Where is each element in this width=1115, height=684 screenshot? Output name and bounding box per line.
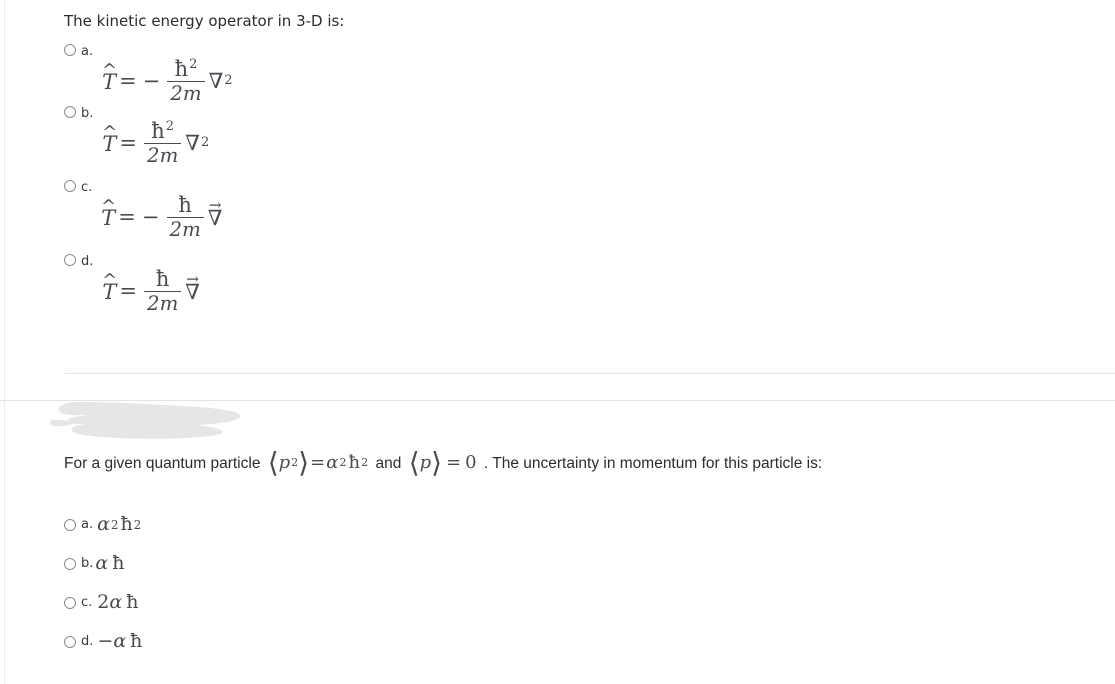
redaction-blob-path-2 — [49, 420, 73, 427]
hat-accent-icon: ^ — [102, 121, 118, 143]
option-formula-q2-d: − αħ — [97, 632, 142, 651]
option-letter-q1-a: a. — [81, 43, 94, 59]
fraction-numerator: ħ — [178, 192, 192, 217]
nabla-vector-symbol: → ∇ — [185, 269, 200, 305]
expectation-p-expression: ⟨ p ⟩ = 0 — [408, 446, 477, 480]
option-row-q1-c[interactable]: c. ^ T = − ħ 2m → ∇ — [64, 179, 1064, 254]
option-row-q2-d[interactable]: d. − αħ — [64, 622, 1084, 661]
option-row-q1-d[interactable]: d. ^ T = ħ 2m → ∇ — [64, 253, 1064, 324]
fraction: ħ2 2m — [144, 118, 182, 167]
question-separator-lower — [0, 400, 1115, 401]
question-separator-upper — [65, 373, 1115, 374]
question-1-options: a. ^ T = − ħ2 2m ∇ 2 b. ^ T = ħ2 2m ∇ 2 … — [64, 43, 1064, 324]
question-2-stem-part3: . The uncertainty in momentum for this p… — [483, 454, 823, 472]
minus-sign: − — [142, 68, 161, 93]
coefficient-prefix: 2 — [97, 591, 110, 614]
nabla-vector-symbol: → ∇ — [207, 195, 223, 231]
question-2-stem-part1: For a given quantum particle — [64, 454, 261, 472]
alpha-symbol: α — [95, 552, 109, 575]
question-2-stem-part2: and — [375, 454, 402, 472]
hbar-symbol: ħ — [120, 513, 133, 536]
radio-q1-a[interactable] — [64, 43, 76, 56]
redaction-blob-path — [58, 402, 241, 439]
minus-sign: − — [97, 630, 114, 653]
radio-q2-b[interactable] — [64, 557, 76, 570]
radio-q1-b[interactable] — [64, 105, 76, 118]
expectation-p-squared-expression: ⟨ p 2 ⟩ = α 2 ħ 2 — [267, 446, 369, 480]
angle-bracket-open: ⟨ — [408, 446, 420, 480]
hat-accent-icon: ^ — [101, 195, 117, 217]
t-hat-symbol: ^ T — [101, 59, 117, 94]
radio-q1-c[interactable] — [64, 179, 76, 192]
fraction-numerator: ħ2 — [151, 118, 175, 143]
vector-arrow-icon: → — [208, 195, 222, 214]
option-row-q2-a[interactable]: a. α2ħ2 — [64, 505, 1084, 544]
hbar-symbol: ħ — [112, 552, 125, 575]
fraction: ħ2 2m — [167, 56, 205, 105]
minus-sign: − — [141, 204, 160, 229]
hbar-symbol: ħ — [130, 630, 143, 653]
option-formula-q1-a: ^ T = − ħ2 2m ∇ 2 — [101, 56, 233, 105]
alpha-symbol: α — [109, 591, 123, 614]
option-formula-q1-d: ^ T = ħ 2m → ∇ — [102, 266, 200, 315]
option-formula-q2-b: αħ — [95, 554, 124, 573]
option-letter-q2-a: a. — [81, 517, 94, 533]
nabla-symbol: ∇ — [185, 130, 200, 155]
nabla-symbol: ∇ — [208, 68, 224, 93]
vector-arrow-icon: → — [186, 269, 199, 288]
fraction-denominator: 2m — [170, 81, 202, 105]
equals-sign: = — [118, 204, 136, 229]
question-block-2: For a given quantum particle ⟨ p 2 ⟩ = α 2 ħ 2 a… — [64, 446, 1084, 661]
option-letter-q1-b: b. — [81, 105, 94, 121]
option-letter-q1-d: d. — [81, 253, 94, 269]
radio-q2-c[interactable] — [64, 596, 76, 609]
angle-bracket-close: ⟩ — [298, 446, 310, 480]
fraction-denominator: 2m — [147, 291, 179, 315]
option-letter-q2-c: c. — [81, 595, 93, 611]
t-hat-symbol: ^ T — [102, 121, 118, 156]
fraction-denominator: 2m — [147, 143, 179, 167]
option-row-q1-a[interactable]: a. ^ T = − ħ2 2m ∇ 2 — [64, 43, 1064, 106]
option-formula-q2-c: 2αħ — [97, 593, 138, 612]
question-2-options: a. α2ħ2 b. αħ c. 2αħ d. − αħ — [64, 505, 1084, 661]
radio-q1-d[interactable] — [64, 253, 76, 266]
panel-left-border — [4, 0, 5, 684]
angle-bracket-close: ⟩ — [431, 446, 443, 480]
question-2-stem: For a given quantum particle ⟨ p 2 ⟩ = α 2 ħ 2 a… — [64, 446, 1084, 480]
option-row-q2-c[interactable]: c. 2αħ — [64, 583, 1084, 622]
equals-sign: = — [119, 68, 137, 93]
radio-q2-a[interactable] — [64, 518, 76, 531]
option-formula-q2-a: α2ħ2 — [97, 513, 142, 536]
hbar-symbol: ħ — [126, 591, 139, 614]
option-row-q1-b[interactable]: b. ^ T = ħ2 2m ∇ 2 — [64, 105, 1064, 180]
option-letter-q2-b: b. — [81, 556, 94, 572]
option-formula-q1-c: ^ T = − ħ 2m → ∇ — [101, 192, 223, 241]
alpha-symbol: α — [97, 513, 110, 536]
t-hat-symbol: ^ T — [101, 195, 117, 230]
equals-sign: = — [119, 130, 138, 155]
fraction-numerator: ħ2 — [174, 56, 198, 81]
redacted-scribble — [49, 402, 241, 439]
option-letter-q2-d: d. — [81, 634, 94, 650]
fraction-denominator: 2m — [169, 217, 201, 241]
t-hat-symbol: ^ T — [102, 269, 118, 304]
fraction: ħ 2m — [144, 266, 182, 315]
option-letter-q1-c: c. — [81, 179, 93, 195]
hat-accent-icon: ^ — [101, 59, 117, 81]
fraction: ħ 2m — [166, 192, 204, 241]
option-row-q2-b[interactable]: b. αħ — [64, 544, 1084, 583]
angle-bracket-open: ⟨ — [267, 446, 279, 480]
option-formula-q1-b: ^ T = ħ2 2m ∇ 2 — [102, 118, 210, 167]
question-1-stem: The kinetic energy operator in 3-D is: — [64, 12, 345, 30]
equals-sign: = — [119, 278, 138, 303]
alpha-symbol: α — [113, 630, 127, 653]
question-block-1: The kinetic energy operator in 3-D is: a… — [64, 12, 1064, 324]
radio-q2-d[interactable] — [64, 635, 76, 648]
hat-accent-icon: ^ — [102, 269, 118, 291]
fraction-numerator: ħ — [155, 266, 170, 291]
